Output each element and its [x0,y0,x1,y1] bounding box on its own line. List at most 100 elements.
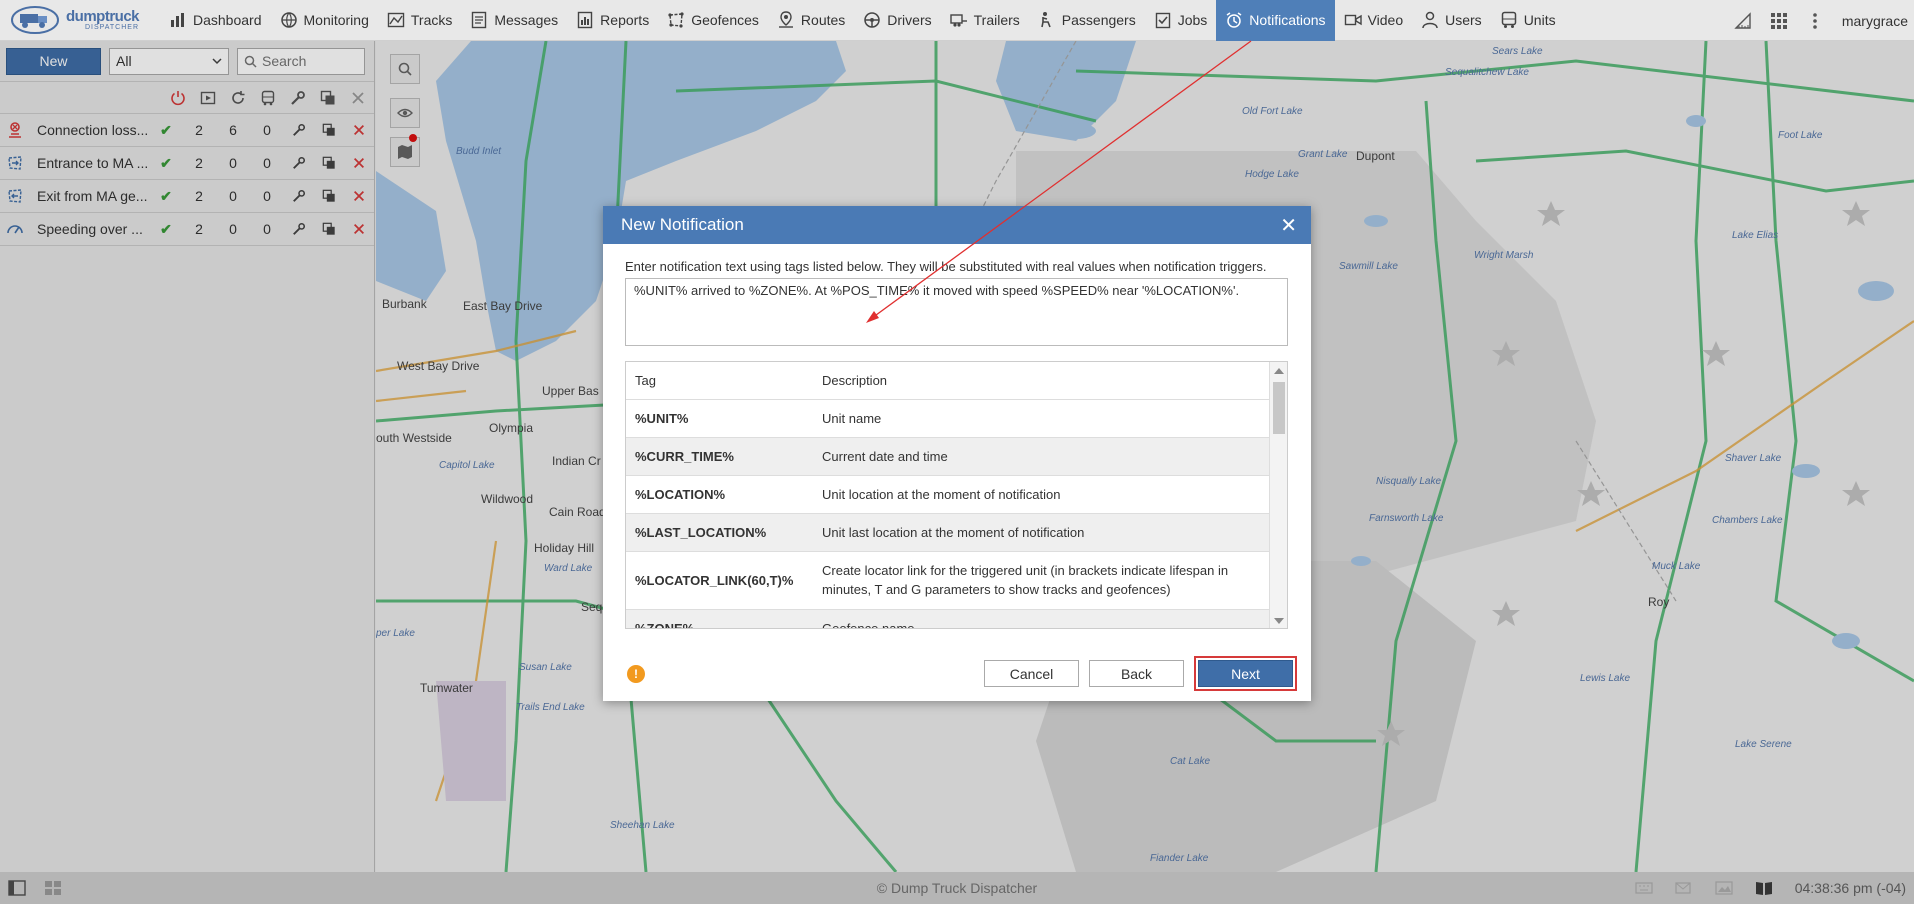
scroll-up-arrow-icon[interactable] [1274,368,1284,374]
warning-icon[interactable]: ! [627,664,645,683]
nav-notifications[interactable]: Notifications [1216,0,1335,41]
main-nav: Dashboard Monitoring Tracks Messages Reports… [160,0,1565,41]
nav-geofences[interactable]: Geofences [658,0,768,41]
app-logo[interactable]: dumptruck DISPATCHER [0,0,160,41]
next-button-highlight: Next [1194,656,1297,691]
nav-tracks[interactable]: Tracks [378,0,461,41]
notification-text-input[interactable]: %UNIT% arrived to %ZONE%. At %POS_TIME% … [625,278,1288,346]
tag-table-container[interactable]: Tag Description %UNIT% Unit name %CURR_TIM… [625,361,1288,629]
book-icon[interactable] [1755,880,1773,896]
nav-label: Users [1445,12,1482,28]
nav-routes[interactable]: Routes [768,0,854,41]
dialog-titlebar: New Notification ✕ [603,206,1311,244]
mail-send-icon[interactable] [1675,880,1693,896]
tag-column-header: Tag [626,362,813,400]
geofence-icon [668,12,684,28]
username[interactable]: marygrace [1842,13,1908,29]
nav-label: Geofences [691,12,759,28]
globe-icon [280,12,297,28]
tracks-icon [387,12,405,28]
dump-truck-logo-icon [11,6,59,34]
messages-icon [472,11,487,29]
new-notification-dialog: New Notification ✕ Enter notification te… [603,206,1311,701]
tag-table-row[interactable]: %LOCATOR_LINK(60,T)% Create locator link … [626,551,1270,610]
cancel-button[interactable]: Cancel [984,660,1079,687]
dialog-instructions: Enter notification text using tags liste… [625,259,1267,274]
next-button[interactable]: Next [1198,660,1293,687]
tag-table: Tag Description %UNIT% Unit name %CURR_TIM… [626,362,1270,628]
scroll-thumb[interactable] [1273,382,1285,434]
nav-label: Notifications [1249,12,1326,28]
nav-reports[interactable]: Reports [567,0,658,41]
nav-passengers[interactable]: Passengers [1029,0,1145,41]
tag-cell: %ZONE% [626,609,813,628]
nav-video[interactable]: Video [1335,0,1413,41]
description-cell: Geofence name [813,609,1270,628]
ruler-icon[interactable] [1734,11,1752,30]
dialog-close-icon[interactable]: ✕ [1280,213,1297,238]
status-right-tools: 04:38:36 pm (-04) [1635,880,1906,896]
dialog-buttons: Cancel Back Next [984,656,1297,691]
tag-cell: %LOCATOR_LINK(60,T)% [626,551,813,610]
nav-label: Drivers [887,12,932,28]
bar-chart-icon [171,13,184,27]
nav-label: Reports [600,12,650,28]
description-cell: Create locator link for the triggered un… [813,551,1270,610]
tag-table-body: %UNIT% Unit name %CURR_TIME% Current date a… [626,399,1270,628]
nav-messages[interactable]: Messages [461,0,567,41]
trailer-icon [949,14,967,27]
nav-label: Jobs [1177,12,1208,28]
user-icon [1422,11,1438,29]
top-navigation-bar: dumptruck DISPATCHER Dashboard Monitoring… [0,0,1914,41]
steering-wheel-icon [864,12,881,28]
nav-label: Tracks [410,12,453,28]
tag-table-row[interactable]: %CURR_TIME% Current date and time [626,437,1270,476]
description-column-header: Description [813,362,1270,400]
tag-cell: %LOCATION% [626,475,813,514]
description-cell: Unit location at the moment of notificat… [813,475,1270,514]
route-pin-icon [778,11,793,28]
more-vertical-icon[interactable] [1806,12,1824,30]
nav-units[interactable]: Units [1491,0,1565,41]
nav-dashboard[interactable]: Dashboard [160,0,271,41]
bus-icon [1501,11,1516,28]
tag-table-header-row: Tag Description [626,362,1270,400]
nav-label: Monitoring [303,12,369,28]
copyright-text: © Dump Truck Dispatcher [876,880,1038,896]
tag-table-row[interactable]: %LAST_LOCATION% Unit last location at the… [626,513,1270,552]
tag-table-scrollbar[interactable] [1269,362,1287,628]
top-right-tools: marygrace [1734,0,1914,41]
alarm-clock-icon [1226,12,1242,28]
description-cell: Current date and time [813,437,1270,476]
tag-table-row[interactable]: %LOCATION% Unit location at the moment of… [626,475,1270,514]
nav-jobs[interactable]: Jobs [1145,0,1217,41]
nav-users[interactable]: Users [1412,0,1491,41]
image-icon[interactable] [1715,880,1733,896]
dialog-title: New Notification [621,215,744,234]
description-cell: Unit name [813,399,1270,438]
tag-table-row[interactable]: %ZONE% Geofence name [626,609,1270,628]
keyboard-icon[interactable] [1635,880,1653,896]
scroll-down-arrow-icon[interactable] [1274,618,1284,624]
reports-icon [577,11,593,29]
nav-drivers[interactable]: Drivers [854,0,940,41]
description-cell: Unit last location at the moment of noti… [813,513,1270,552]
tag-table-row[interactable]: %UNIT% Unit name [626,399,1270,438]
nav-label: Video [1367,12,1404,28]
nav-label: Routes [800,12,846,28]
back-button[interactable]: Back [1089,660,1184,687]
nav-monitoring[interactable]: Monitoring [271,0,378,41]
dialog-footer: ! Cancel Back Next [603,646,1311,701]
nav-trailers[interactable]: Trailers [941,0,1029,41]
brand-name: dumptruck [66,8,140,25]
video-icon [1344,14,1362,26]
tag-cell: %UNIT% [626,399,813,438]
apps-grid-icon[interactable] [1770,12,1788,30]
tag-cell: %CURR_TIME% [626,437,813,476]
brand-subtitle: DISPATCHER [84,24,140,31]
dialog-body: Enter notification text using tags liste… [603,244,1311,629]
status-bar: © Dump Truck Dispatcher 04:38:36 pm (-04… [0,872,1914,904]
tag-cell: %LAST_LOCATION% [626,513,813,552]
clock-time: 04:38:36 pm (-04) [1794,880,1906,896]
nav-label: Passengers [1061,12,1136,28]
